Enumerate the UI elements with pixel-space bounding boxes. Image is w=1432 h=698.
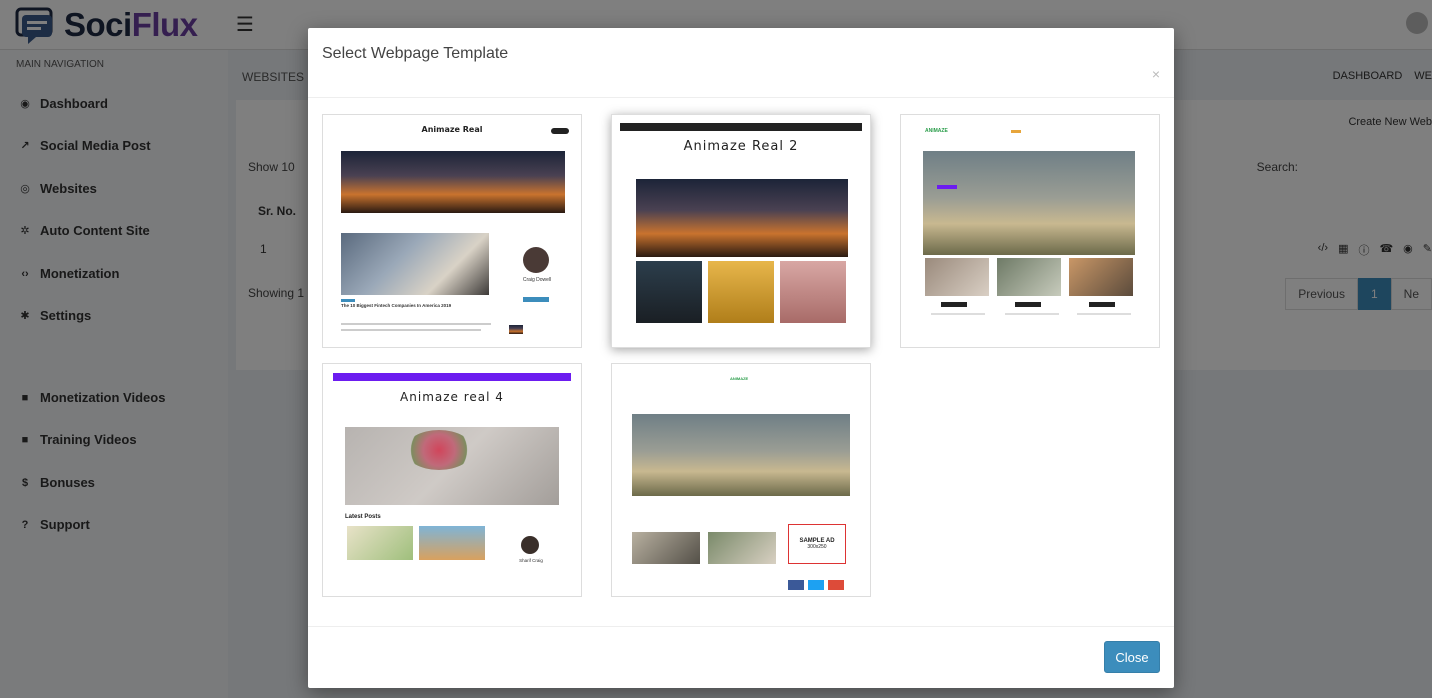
template-card-3[interactable]: ANIMAZE (900, 114, 1160, 348)
template-card-4[interactable]: Animaze real 4 Latest Posts Sharif Craig (322, 363, 582, 597)
text-line (1077, 313, 1131, 315)
author-button (523, 297, 549, 302)
hero-image (632, 414, 850, 496)
sample-ad-box: SAMPLE AD 300x250 (788, 524, 846, 564)
post-tag (341, 299, 355, 302)
twitter-icon (808, 580, 824, 590)
template-title: Animaze real 4 (400, 390, 504, 404)
post-thumb (925, 258, 989, 296)
flowers-graphic (405, 430, 473, 470)
ad-size: 300x250 (807, 544, 827, 550)
modal-body: Animaze Real The 10 Biggest Fintech Comp… (308, 98, 1174, 626)
author-name: Sharif Craig (519, 558, 543, 563)
post-thumb (997, 258, 1061, 296)
modal-title: Select Webpage Template (322, 45, 509, 62)
template-logo: ANIMAZE (925, 128, 948, 134)
post-thumb (708, 261, 774, 323)
google-plus-icon (828, 580, 844, 590)
post-thumb (780, 261, 846, 323)
template-title: Animaze Real 2 (683, 139, 799, 154)
social-icons (551, 128, 569, 134)
facebook-icon (788, 580, 804, 590)
modal-header: Select Webpage Template × (308, 28, 1174, 98)
text-line (931, 313, 985, 315)
hero-image (923, 151, 1135, 255)
author-name: Craig Dowell (522, 277, 552, 283)
hero-image (341, 151, 565, 213)
nav-link (1011, 130, 1021, 133)
template-card-1[interactable]: Animaze Real The 10 Biggest Fintech Comp… (322, 114, 582, 348)
close-button[interactable]: Close (1104, 641, 1160, 673)
post-thumb (708, 532, 776, 564)
modal-footer: Close (308, 626, 1174, 688)
author-avatar (521, 536, 539, 554)
hero-image (636, 179, 848, 257)
post-thumb (632, 532, 700, 564)
post-thumb (419, 526, 485, 560)
author-avatar (523, 247, 549, 273)
read-more-button (1015, 302, 1041, 307)
template-card-2[interactable]: Animaze Real 2 (611, 114, 871, 348)
post-thumb (636, 261, 702, 323)
read-more-button (941, 302, 967, 307)
template-card-5[interactable]: ANIMAZE SAMPLE AD 300x250 (611, 363, 871, 597)
text-line (341, 323, 491, 325)
post-tag (937, 185, 957, 189)
text-line (341, 329, 481, 331)
post-thumb (347, 526, 413, 560)
latest-posts-heading: Latest Posts (345, 514, 381, 520)
post-image (341, 233, 489, 295)
sidebar-thumb (509, 325, 523, 334)
template-logo: ANIMAZE (730, 376, 749, 381)
select-template-modal: Select Webpage Template × Animaze Real T… (308, 28, 1174, 688)
close-icon[interactable]: × (1152, 66, 1160, 82)
text-line (1005, 313, 1059, 315)
template-title: Animaze Real (421, 125, 483, 134)
post-thumb (1069, 258, 1133, 296)
template-topbar (620, 123, 862, 131)
template-topbar (333, 373, 571, 381)
read-more-button (1089, 302, 1115, 307)
post-title: The 10 Biggest Fintech Companies In Amer… (341, 303, 452, 308)
